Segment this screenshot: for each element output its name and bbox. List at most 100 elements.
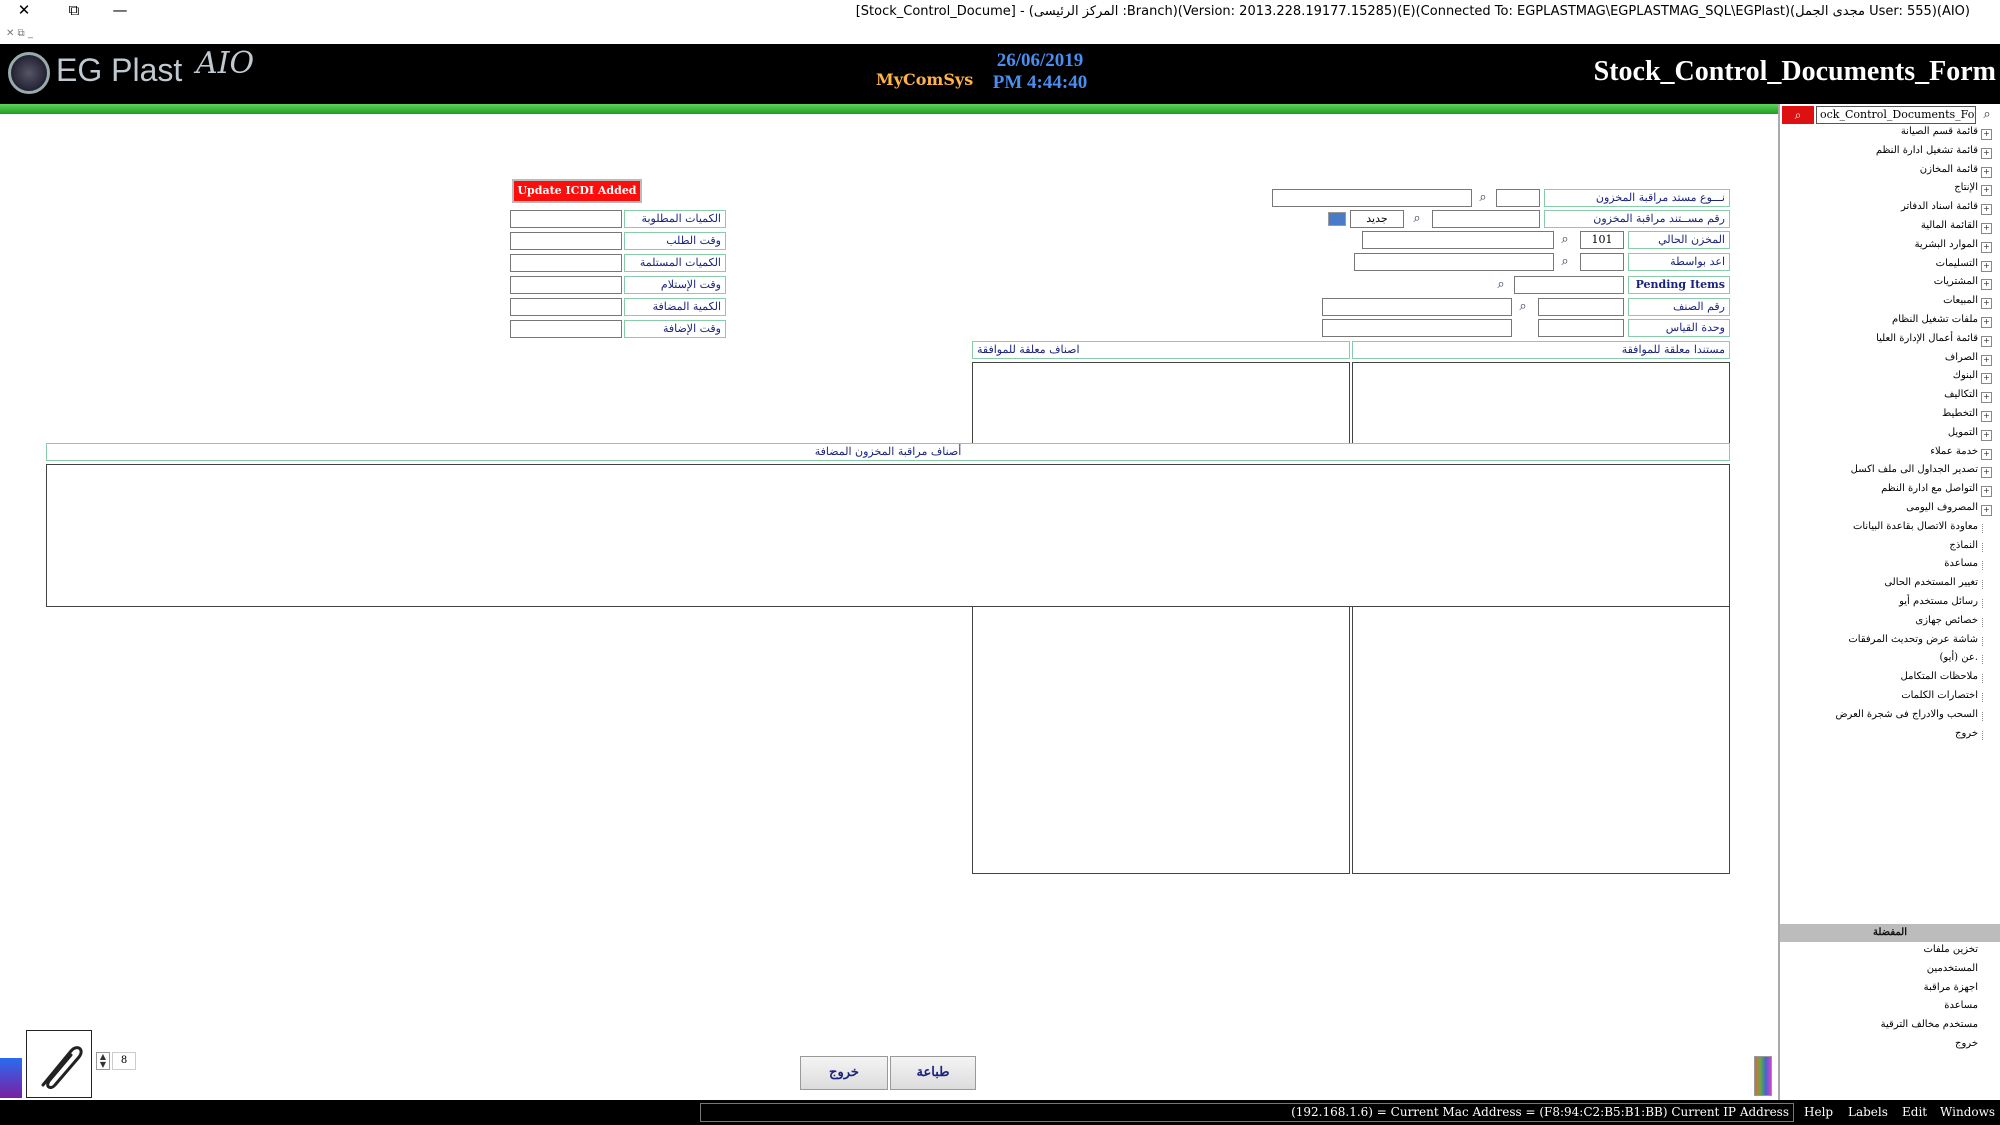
print-button[interactable]: طباعة <box>890 1056 976 1090</box>
item-no-code-input[interactable] <box>1538 298 1624 316</box>
prepared-by-search-icon[interactable]: ⌕ <box>1556 253 1574 271</box>
attach-stepper[interactable]: ▲ ▼ <box>96 1052 110 1070</box>
favorite-item[interactable]: مساعدة <box>1944 1000 1978 1011</box>
update-icdi-button[interactable]: Update ICDI Added <box>512 179 642 203</box>
expand-icon[interactable]: + <box>1981 354 1992 366</box>
tree-item[interactable]: خصائص جهازى <box>1915 615 1978 626</box>
tree-item[interactable]: رسائل مستخدم أيو <box>1899 596 1978 607</box>
current-store-code-input[interactable]: 101 <box>1580 231 1624 249</box>
tree-item[interactable]: التمويل <box>1948 427 1978 438</box>
add-time-input[interactable] <box>510 320 622 338</box>
favorite-item[interactable]: المستخدمين <box>1927 963 1978 974</box>
sidebar-search-input[interactable]: ock_Control_Documents_Form <box>1816 106 1976 124</box>
tree-item[interactable]: الصراف <box>1945 352 1978 363</box>
side-tab-icon[interactable] <box>0 1058 22 1098</box>
expand-icon[interactable]: + <box>1981 486 1992 498</box>
expand-icon[interactable]: + <box>1981 317 1992 328</box>
tree-item[interactable]: ملفات تشغيل النظام <box>1892 314 1978 325</box>
favorite-item[interactable]: مستخدم مخالف الترقية <box>1881 1019 1978 1030</box>
current-store-name-input[interactable] <box>1362 231 1554 249</box>
tree-item[interactable]: ملاحظات المتكامل <box>1901 671 1978 682</box>
pending-items-grid[interactable] <box>972 362 1350 444</box>
menu-labels[interactable]: Labels <box>1848 1105 1888 1119</box>
menu-windows[interactable]: Windows <box>1940 1105 1995 1119</box>
expand-icon[interactable]: + <box>1981 185 1992 197</box>
tree-item[interactable]: التكاليف <box>1944 389 1978 400</box>
tree-item[interactable]: اختصارات الكلمات <box>1901 690 1978 701</box>
tree-item[interactable]: المشتريات <box>1934 276 1978 287</box>
tree-item[interactable]: عن (أيو). <box>1940 652 1978 663</box>
expand-icon[interactable]: + <box>1981 223 1992 234</box>
detail-grid-right[interactable] <box>1352 606 1730 874</box>
doc-no-search-icon[interactable]: ⌕ <box>1408 210 1426 228</box>
tree-item[interactable]: التواصل مع ادارة النظم <box>1881 483 1978 494</box>
required-qty-input[interactable] <box>510 210 622 228</box>
receive-time-input[interactable] <box>510 276 622 294</box>
doc-type-code-input[interactable] <box>1496 189 1540 207</box>
search-icon[interactable]: ⌕ <box>1978 106 1996 124</box>
detail-grid-left[interactable] <box>972 606 1350 874</box>
tree-item[interactable]: مساعدة <box>1944 558 1978 569</box>
restore-window-button[interactable]: ⧉ <box>54 0 94 22</box>
expand-icon[interactable]: + <box>1981 204 1992 216</box>
doc-no-input[interactable] <box>1432 210 1540 228</box>
attachment-button[interactable] <box>26 1030 92 1098</box>
added-qty-input[interactable] <box>510 298 622 316</box>
menu-help[interactable]: Help <box>1804 1105 1833 1119</box>
prepared-by-name-input[interactable] <box>1354 253 1554 271</box>
request-time-input[interactable] <box>510 232 622 250</box>
expand-icon[interactable]: + <box>1981 147 1992 159</box>
expand-icon[interactable]: + <box>1981 335 1992 347</box>
received-qty-input[interactable] <box>510 254 622 272</box>
menu-edit[interactable]: Edit <box>1902 1105 1927 1119</box>
expand-icon[interactable]: + <box>1981 241 1992 253</box>
tree-item[interactable]: شاشة عرض وتحديث المرفقات <box>1848 634 1978 645</box>
unit-name-input[interactable] <box>1322 319 1512 337</box>
item-no-search-icon[interactable]: ⌕ <box>1514 298 1532 316</box>
expand-icon[interactable]: + <box>1981 392 1992 404</box>
expand-icon[interactable]: + <box>1981 411 1992 422</box>
tree-item[interactable]: الموارد البشرية <box>1915 239 1978 250</box>
tree-item[interactable]: البنوك <box>1953 370 1978 381</box>
new-checkbox[interactable] <box>1328 212 1346 226</box>
current-store-search-icon[interactable]: ⌕ <box>1556 231 1574 249</box>
exit-button[interactable]: خروج <box>800 1056 888 1090</box>
tree-item[interactable]: قائمة المخازن <box>1920 164 1978 175</box>
expand-icon[interactable]: + <box>1981 505 1992 516</box>
favorite-item[interactable]: خروج <box>1955 1038 1978 1049</box>
tree-item[interactable]: القائمة المالية <box>1921 220 1978 231</box>
tree-item[interactable]: النماذج <box>1949 540 1978 551</box>
tree-item[interactable]: التسليمات <box>1936 258 1978 269</box>
pending-items-input[interactable] <box>1514 276 1624 294</box>
tree-item[interactable]: التخطيط <box>1942 408 1978 419</box>
expand-icon[interactable]: + <box>1981 298 1992 310</box>
mdi-controls[interactable]: ✕ ⧉ _ <box>6 28 33 39</box>
doc-type-search-icon[interactable]: ⌕ <box>1474 189 1492 207</box>
pending-items-search-icon[interactable]: ⌕ <box>1492 276 1510 294</box>
tree-item[interactable]: معاودة الاتصال بقاعدة البيانات <box>1853 521 1978 532</box>
prepared-by-code-input[interactable] <box>1580 253 1624 271</box>
expand-icon[interactable]: + <box>1981 448 1992 460</box>
tree-item[interactable]: قائمة تشغيل ادارة النظم <box>1876 145 1978 156</box>
tree-item[interactable]: قائمة قسم الصيانة <box>1901 126 1978 137</box>
color-strip-icon[interactable] <box>1754 1056 1772 1096</box>
tree-item[interactable]: قائمة أعمال الإدارة العليا <box>1876 333 1978 344</box>
unit-code-input[interactable] <box>1538 319 1624 337</box>
tree-item[interactable]: المبيعات <box>1943 295 1978 306</box>
favorite-item[interactable]: تخزين ملفات <box>1923 944 1978 955</box>
added-items-grid[interactable] <box>46 464 1730 607</box>
expand-icon[interactable]: + <box>1981 166 1992 178</box>
tree-item[interactable]: الإنتاج <box>1954 182 1978 193</box>
tree-item[interactable]: خروج <box>1955 728 1978 739</box>
tree-item[interactable]: المصروف اليومى <box>1906 502 1978 513</box>
expand-icon[interactable]: + <box>1981 373 1992 385</box>
expand-icon[interactable]: + <box>1981 279 1992 291</box>
new-field[interactable]: جديد <box>1350 210 1404 228</box>
favorite-item[interactable]: اجهزة مراقبة <box>1924 982 1978 993</box>
tree-item[interactable]: تغيير المستخدم الحالى <box>1884 577 1978 588</box>
close-window-button[interactable]: ✕ <box>4 0 44 22</box>
tree-item[interactable]: السحب والادراج فى شجرة العرض <box>1835 709 1978 720</box>
item-no-name-input[interactable] <box>1322 298 1512 316</box>
doc-type-name-input[interactable] <box>1272 189 1472 207</box>
pending-docs-grid[interactable] <box>1352 362 1730 444</box>
